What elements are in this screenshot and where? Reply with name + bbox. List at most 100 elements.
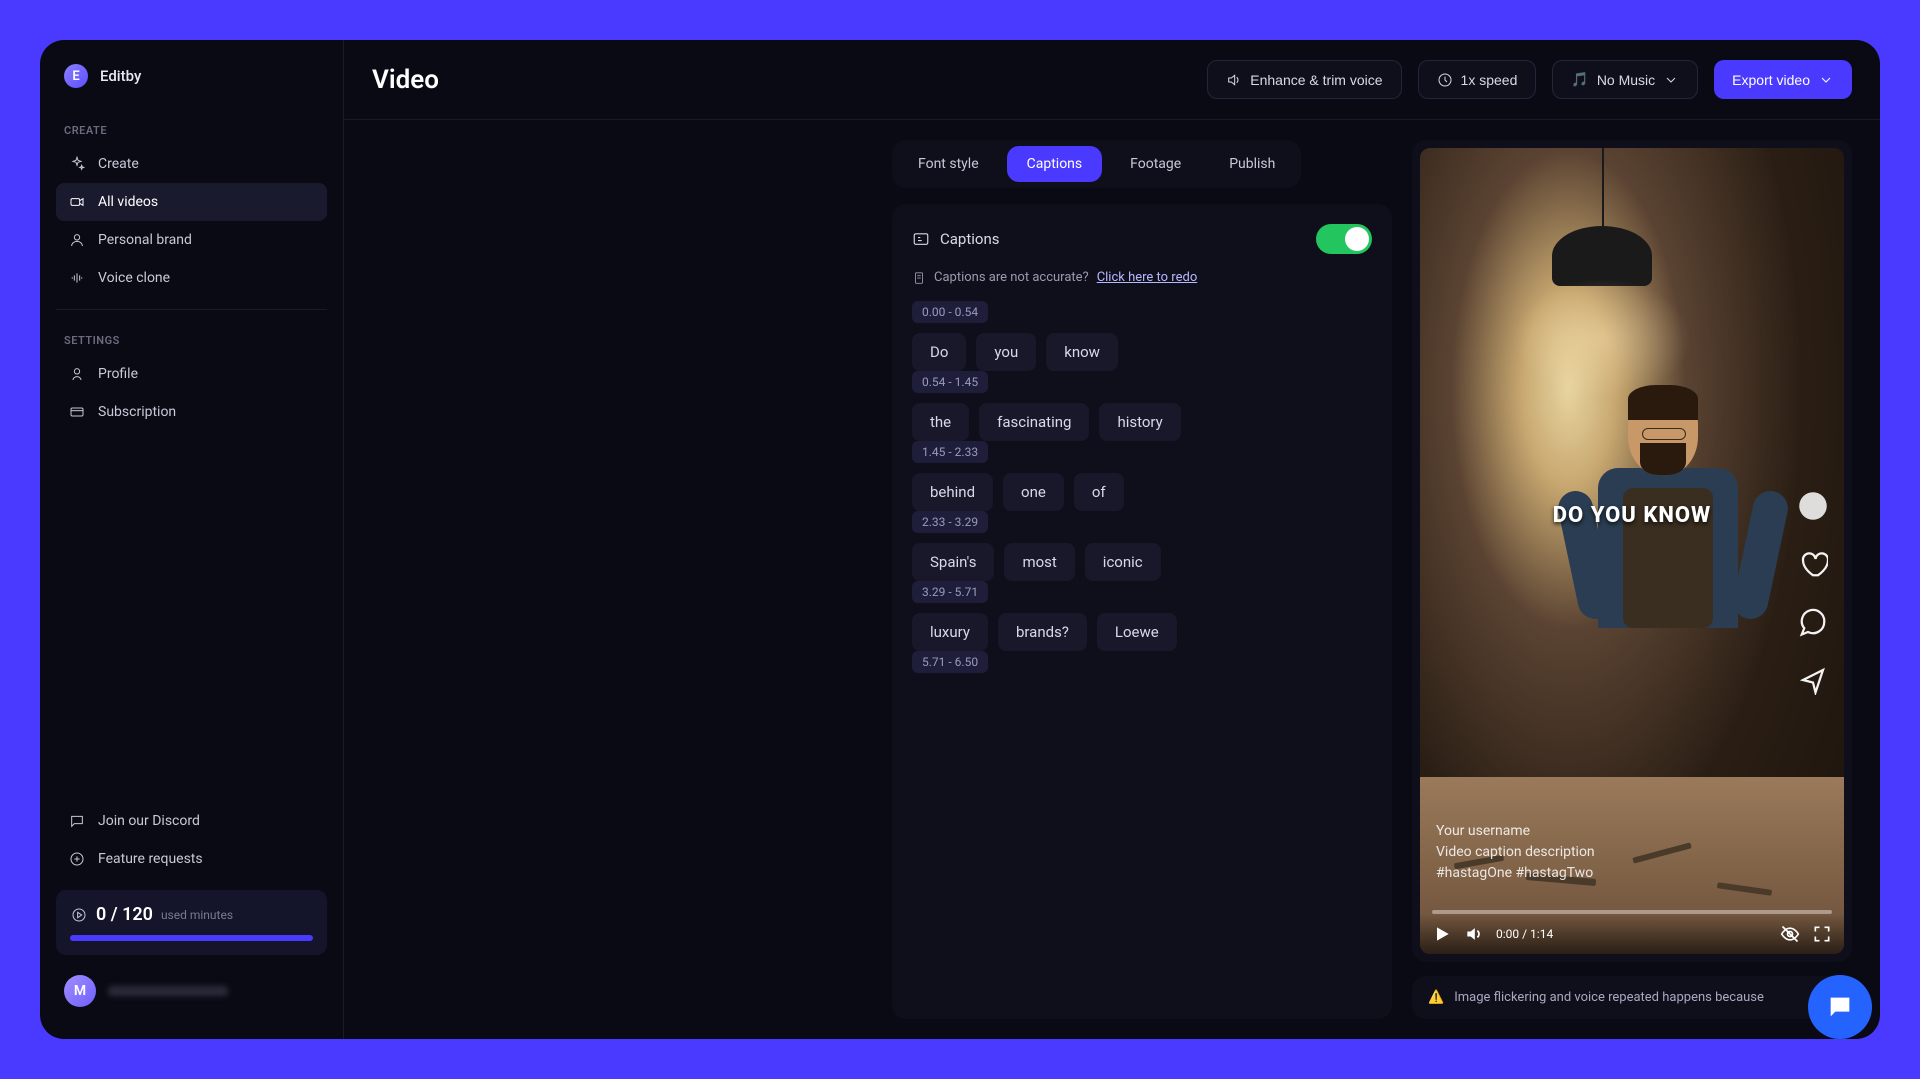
chevron-down-icon xyxy=(1818,72,1834,88)
nav-create-label: Create xyxy=(98,156,139,172)
video-username: Your username xyxy=(1436,821,1595,842)
editor-column: Font style Captions Footage Publish Capt… xyxy=(892,140,1392,1019)
word-chip[interactable]: you xyxy=(976,333,1036,371)
word-row: behind oneof xyxy=(912,473,1372,511)
nav-all-videos[interactable]: All videos xyxy=(56,183,327,221)
nav-discord-label: Join our Discord xyxy=(98,813,200,829)
caption-block: 0.54 - 1.45 the fascinating history xyxy=(912,371,1372,441)
word-chip[interactable]: one xyxy=(1003,473,1064,511)
nav-create[interactable]: Create xyxy=(56,145,327,183)
export-button[interactable]: Export video xyxy=(1714,60,1852,99)
wave-icon xyxy=(68,269,86,287)
player-controls: 0:00 / 1:14 xyxy=(1420,914,1844,954)
nav-feature-requests[interactable]: Feature requests xyxy=(56,840,327,878)
share-icon[interactable] xyxy=(1794,661,1832,699)
warning-card: ⚠️ Image flickering and voice repeated h… xyxy=(1412,976,1852,1019)
word-chip[interactable]: iconic xyxy=(1085,543,1161,581)
content: Font style Captions Footage Publish Capt… xyxy=(344,120,1880,1039)
tab-captions[interactable]: Captions xyxy=(1007,146,1103,182)
nav-subscription-label: Subscription xyxy=(98,404,176,420)
word-row: Doyouknow xyxy=(912,333,1372,371)
nav-voice-clone-label: Voice clone xyxy=(98,270,170,286)
caption-block: 0.00 - 0.54Doyouknow xyxy=(912,301,1372,371)
nav-voice-clone[interactable]: Voice clone xyxy=(56,259,327,297)
word-chip[interactable]: Do xyxy=(912,333,966,371)
comment-icon[interactable] xyxy=(1794,603,1832,641)
profile-bubble-icon[interactable] xyxy=(1794,487,1832,525)
camera-icon xyxy=(68,193,86,211)
captions-toggle[interactable] xyxy=(1316,224,1372,254)
lamp-graphic xyxy=(1547,148,1657,328)
main: Video Enhance & trim voice 1x speed 🎵 No… xyxy=(344,40,1880,1039)
word-chip[interactable]: history xyxy=(1099,403,1180,441)
video-caption-overlay: DO YOU KNOW xyxy=(1553,503,1711,528)
enhance-trim-button[interactable]: Enhance & trim voice xyxy=(1207,60,1401,99)
redo-link[interactable]: Click here to redo xyxy=(1097,270,1198,285)
tab-font-style[interactable]: Font style xyxy=(898,146,999,182)
time-badge: 1.45 - 2.33 xyxy=(912,441,988,463)
word-chip[interactable]: of xyxy=(1074,473,1124,511)
caption-block: 3.29 - 5.71luxurybrands?Loewe xyxy=(912,581,1372,651)
nav-personal-brand-label: Personal brand xyxy=(98,232,192,248)
nav-profile[interactable]: Profile xyxy=(56,355,327,393)
person-graphic xyxy=(1568,390,1768,670)
video-frame[interactable]: DO YOU KNOW Your username Video caption … xyxy=(1420,148,1844,954)
avatar: M xyxy=(64,975,96,1007)
plus-circle-icon xyxy=(68,850,86,868)
heart-icon[interactable] xyxy=(1794,545,1832,583)
preview-column: DO YOU KNOW Your username Video caption … xyxy=(1412,140,1852,1019)
warning-icon: ⚠️ xyxy=(1428,990,1444,1005)
chevron-down-icon xyxy=(1663,72,1679,88)
nav-personal-brand[interactable]: Personal brand xyxy=(56,221,327,259)
person-icon xyxy=(68,365,86,383)
enhance-label: Enhance & trim voice xyxy=(1250,72,1382,88)
word-row: luxury brands? Loewe xyxy=(912,613,1372,651)
music-button[interactable]: 🎵 No Music xyxy=(1552,60,1698,99)
play-circle-icon xyxy=(70,906,88,924)
word-chip[interactable]: luxury xyxy=(912,613,988,651)
video-hashtags: #hastagOne #hastagTwo xyxy=(1436,863,1595,884)
redo-row: Captions are not accurate? Click here to… xyxy=(912,270,1372,285)
volume-icon[interactable] xyxy=(1464,924,1484,944)
tab-footage[interactable]: Footage xyxy=(1110,146,1201,182)
tab-publish[interactable]: Publish xyxy=(1209,146,1295,182)
nav-subscription[interactable]: Subscription xyxy=(56,393,327,431)
page-title: Video xyxy=(372,65,439,95)
word-chip[interactable]: Spain's xyxy=(912,543,994,581)
word-chip[interactable]: most xyxy=(1004,543,1074,581)
caption-block: 1.45 - 2.33 behind oneof xyxy=(912,441,1372,511)
logo[interactable]: E Editby xyxy=(56,64,327,112)
word-chip[interactable]: fascinating xyxy=(979,403,1089,441)
speed-button[interactable]: 1x speed xyxy=(1418,60,1537,99)
usage-value: 0 / 120 xyxy=(96,904,153,925)
word-chip[interactable]: know xyxy=(1046,333,1118,371)
chat-fab[interactable] xyxy=(1808,975,1872,1039)
nav-feature-requests-label: Feature requests xyxy=(98,851,203,867)
fullscreen-icon[interactable] xyxy=(1812,924,1832,944)
caption-blocks: 0.00 - 0.54Doyouknow0.54 - 1.45 the fascin… xyxy=(912,301,1372,673)
word-chip[interactable]: behind xyxy=(912,473,993,511)
logo-badge: E xyxy=(64,64,88,88)
divider xyxy=(56,309,327,310)
speed-label: 1x speed xyxy=(1461,72,1518,88)
header: Video Enhance & trim voice 1x speed 🎵 No… xyxy=(344,40,1880,120)
captions-header: Captions xyxy=(912,224,1372,254)
word-chip[interactable]: brands? xyxy=(998,613,1087,651)
export-label: Export video xyxy=(1732,72,1810,88)
player-time: 0:00 / 1:14 xyxy=(1496,927,1553,941)
section-settings-label: SETTINGS xyxy=(56,322,327,355)
editor-tabs: Font style Captions Footage Publish xyxy=(892,140,1301,188)
play-icon[interactable] xyxy=(1432,924,1452,944)
user-icon xyxy=(68,231,86,249)
word-chip[interactable]: Loewe xyxy=(1097,613,1177,651)
toggle-knob xyxy=(1345,227,1369,251)
time-badge: 0.54 - 1.45 xyxy=(912,371,988,393)
word-chip[interactable]: the xyxy=(912,403,969,441)
eye-off-icon[interactable] xyxy=(1780,924,1800,944)
user-menu[interactable]: M xyxy=(56,967,327,1015)
nav-discord[interactable]: Join our Discord xyxy=(56,802,327,840)
chat-bubble-icon xyxy=(1826,993,1854,1021)
word-row: Spain's most iconic xyxy=(912,543,1372,581)
chat-icon xyxy=(68,812,86,830)
nav-all-videos-label: All videos xyxy=(98,194,158,210)
